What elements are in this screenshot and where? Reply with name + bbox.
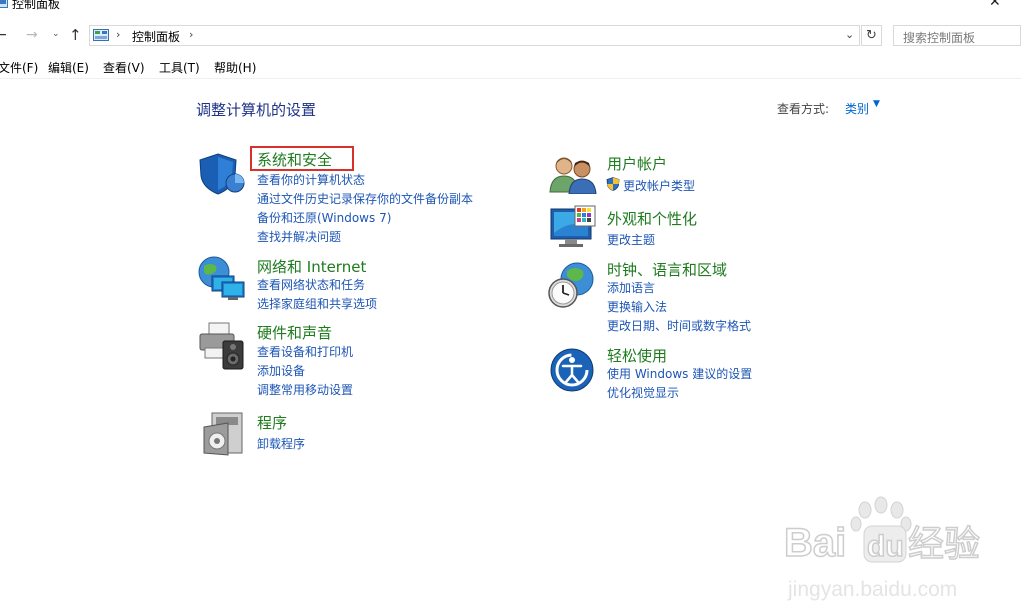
window-title: 控制面板 [12, 0, 61, 11]
refresh-icon[interactable]: ↻ [861, 25, 882, 46]
search-input[interactable]: 搜索控制面板 [893, 25, 1021, 46]
link-change-account-type[interactable]: 更改帐户类型 [623, 177, 695, 194]
printer-speaker-icon[interactable] [197, 321, 245, 371]
category-programs-title[interactable]: 程序 [257, 412, 287, 433]
forward-arrow-icon[interactable]: → [26, 27, 38, 43]
address-separator: › [116, 28, 121, 41]
programs-disc-icon[interactable] [202, 411, 244, 457]
link-mobility-settings[interactable]: 调整常用移动设置 [257, 381, 353, 398]
link-change-theme[interactable]: 更改主题 [607, 231, 655, 248]
address-history-dropdown-icon[interactable]: ⌄ [845, 28, 854, 41]
menu-tools[interactable]: 工具(T) [159, 59, 200, 76]
category-network-internet-title[interactable]: 网络和 Internet [257, 256, 366, 277]
security-shield-icon[interactable] [198, 152, 246, 196]
control-panel-location-icon [93, 29, 109, 41]
category-clock-language-region-title[interactable]: 时钟、语言和区域 [607, 259, 727, 280]
watermark-brand-cn-text: 经验 [908, 524, 980, 565]
category-system-security-title[interactable]: 系统和安全 [257, 149, 332, 170]
watermark-brand-text: Bai [784, 521, 846, 565]
category-user-accounts-title[interactable]: 用户帐户 [607, 153, 667, 174]
network-globe-icon[interactable] [196, 254, 246, 302]
watermark-url-text: jingyan.baidu.com [787, 578, 957, 601]
link-network-status-tasks[interactable]: 查看网络状态和任务 [257, 276, 365, 293]
link-optimize-visual-display[interactable]: 优化视觉显示 [607, 384, 679, 401]
users-icon[interactable] [549, 154, 599, 194]
view-by-dropdown[interactable]: 类别 [845, 100, 869, 117]
menu-edit[interactable]: 编辑(E) [48, 59, 89, 76]
clock-globe-icon[interactable] [547, 261, 597, 309]
link-devices-printers[interactable]: 查看设备和打印机 [257, 343, 353, 360]
uac-shield-icon [606, 177, 620, 191]
link-change-input-method[interactable]: 更换输入法 [607, 298, 667, 315]
link-windows-recommended-settings[interactable]: 使用 Windows 建议的设置 [607, 365, 752, 382]
menu-file[interactable]: 文件(F) [0, 59, 38, 76]
link-add-language[interactable]: 添加语言 [607, 279, 655, 296]
close-window-icon[interactable]: ✕ [989, 0, 1001, 10]
watermark-brand-text-2: du [867, 530, 904, 563]
category-hardware-sound-title[interactable]: 硬件和声音 [257, 322, 332, 343]
control-panel-app-icon [0, 0, 8, 8]
link-backup-restore[interactable]: 备份和还原(Windows 7) [257, 209, 391, 226]
link-troubleshoot[interactable]: 查找并解决问题 [257, 228, 341, 245]
menu-divider [0, 78, 1021, 79]
page-title: 调整计算机的设置 [196, 101, 317, 119]
back-arrow-icon[interactable]: ← [0, 27, 7, 43]
link-add-device[interactable]: 添加设备 [257, 362, 305, 379]
category-appearance-title[interactable]: 外观和个性化 [607, 208, 697, 229]
link-uninstall-program[interactable]: 卸载程序 [257, 435, 305, 452]
link-change-date-time-number-format[interactable]: 更改日期、时间或数字格式 [607, 317, 751, 334]
ease-of-access-icon[interactable] [549, 347, 595, 393]
link-homegroup-sharing[interactable]: 选择家庭组和共享选项 [257, 295, 377, 312]
view-by-chevron-icon[interactable]: ▼ [873, 99, 880, 109]
link-file-history-backup[interactable]: 通过文件历史记录保存你的文件备份副本 [257, 190, 473, 207]
link-view-computer-status[interactable]: 查看你的计算机状态 [257, 171, 365, 188]
breadcrumb-control-panel[interactable]: 控制面板 [132, 28, 180, 45]
recent-locations-chevron-icon[interactable]: ⌄ [52, 29, 60, 39]
category-ease-of-access-title[interactable]: 轻松使用 [607, 345, 667, 366]
menu-help[interactable]: 帮助(H) [214, 59, 256, 76]
address-bar[interactable] [89, 25, 860, 46]
baidu-jingyan-watermark: Bai du 经验 jingyan.baidu.com [780, 496, 1020, 606]
breadcrumb-expand-chevron[interactable]: › [189, 28, 193, 41]
monitor-palette-icon[interactable] [549, 205, 597, 253]
up-arrow-icon[interactable]: ↑ [69, 26, 82, 44]
view-by-label: 查看方式: [777, 102, 830, 116]
menu-view[interactable]: 查看(V) [103, 59, 145, 76]
